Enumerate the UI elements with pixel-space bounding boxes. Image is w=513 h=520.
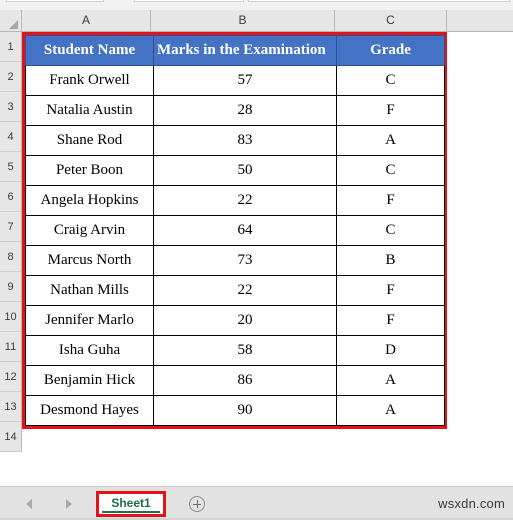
row-header-14[interactable]: 14	[0, 422, 21, 452]
table-row: Peter Boon 50 C	[25, 155, 445, 186]
cell-student-name[interactable]: Marcus North	[25, 245, 154, 276]
toolbar-box[interactable]	[134, 0, 244, 2]
row-header-4[interactable]: 4	[0, 122, 21, 152]
header-cell-student-name[interactable]: Student Name	[25, 35, 154, 66]
formula-bar-strip	[0, 0, 513, 10]
row-header-10[interactable]: 10	[0, 302, 21, 332]
formula-input-box[interactable]	[248, 0, 510, 2]
cell-student-name[interactable]: Jennifer Marlo	[25, 305, 154, 336]
cell-student-name[interactable]: Benjamin Hick	[25, 365, 154, 396]
sheet-tab-sheet1[interactable]: Sheet1	[99, 494, 163, 511]
select-all-button[interactable]	[0, 10, 22, 31]
name-box[interactable]	[6, 0, 104, 2]
table-row: Desmond Hayes 90 A	[25, 395, 445, 426]
cell-marks[interactable]: 28	[153, 95, 337, 126]
table-row: Isha Guha 58 D	[25, 335, 445, 366]
cell-grade[interactable]: C	[336, 65, 445, 96]
sheet-nav-arrows[interactable]	[18, 496, 88, 512]
cell-student-name[interactable]: Peter Boon	[25, 155, 154, 186]
cell-grade[interactable]: F	[336, 275, 445, 306]
table-row: Natalia Austin 28 F	[25, 95, 445, 126]
cell-grade[interactable]: F	[336, 185, 445, 216]
header-cell-marks[interactable]: Marks in the Examination	[153, 35, 337, 66]
plus-circle-icon[interactable]	[189, 496, 205, 512]
table-row: Nathan Mills 22 F	[25, 275, 445, 306]
row-header-12[interactable]: 12	[0, 362, 21, 392]
cell-marks[interactable]: 83	[153, 125, 337, 156]
cell-marks[interactable]: 73	[153, 245, 337, 276]
cell-student-name[interactable]: Craig Arvin	[25, 215, 154, 246]
cell-student-name[interactable]: Desmond Hayes	[25, 395, 154, 426]
row-header-3[interactable]: 3	[0, 92, 21, 122]
cell-marks[interactable]: 50	[153, 155, 337, 186]
arrow-right-icon[interactable]	[66, 499, 72, 509]
cell-student-name[interactable]: Natalia Austin	[25, 95, 154, 126]
row-header-13[interactable]: 13	[0, 392, 21, 422]
table-row: Marcus North 73 B	[25, 245, 445, 276]
cell-grade[interactable]: D	[336, 335, 445, 366]
cell-student-name[interactable]: Angela Hopkins	[25, 185, 154, 216]
table-row: Benjamin Hick 86 A	[25, 365, 445, 396]
table-row: Angela Hopkins 22 F	[25, 185, 445, 216]
cell-student-name[interactable]: Frank Orwell	[25, 65, 154, 96]
cell-student-name[interactable]: Shane Rod	[25, 125, 154, 156]
table-row: Jennifer Marlo 20 F	[25, 305, 445, 336]
table-row: Shane Rod 83 A	[25, 125, 445, 156]
arrow-left-icon[interactable]	[26, 499, 32, 509]
row-header-7[interactable]: 7	[0, 212, 21, 242]
table-row: Frank Orwell 57 C	[25, 65, 445, 96]
select-all-triangle-icon	[9, 20, 18, 29]
sheet-tab-active-underline	[102, 511, 160, 513]
column-header-strip: A B C	[0, 10, 513, 32]
cell-grade[interactable]: C	[336, 215, 445, 246]
cell-marks[interactable]: 22	[153, 275, 337, 306]
column-header-d[interactable]	[447, 10, 513, 31]
cell-grade[interactable]: F	[336, 305, 445, 336]
row-header-5[interactable]: 5	[0, 152, 21, 182]
table-body: Frank Orwell 57 C Natalia Austin 28 F Shane Ro…	[25, 65, 445, 426]
row-header-2[interactable]: 2	[0, 62, 21, 92]
cell-grade[interactable]: A	[336, 125, 445, 156]
row-header-11[interactable]: 11	[0, 332, 21, 362]
data-table: Student Name Marks in the Examination Gr…	[25, 35, 445, 426]
cell-marks[interactable]: 57	[153, 65, 337, 96]
watermark-text: wsxdn.com	[438, 496, 505, 511]
header-cell-grade[interactable]: Grade	[336, 35, 445, 66]
selected-range-outline: Student Name Marks in the Examination Gr…	[22, 32, 447, 429]
table-row: Craig Arvin 64 C	[25, 215, 445, 246]
cell-marks[interactable]: 86	[153, 365, 337, 396]
cell-grade[interactable]: C	[336, 155, 445, 186]
column-header-a[interactable]: A	[22, 10, 151, 31]
row-header-6[interactable]: 6	[0, 182, 21, 212]
row-header-1[interactable]: 1	[0, 32, 21, 62]
cell-grade[interactable]: A	[336, 395, 445, 426]
cell-grade[interactable]: A	[336, 365, 445, 396]
cell-marks[interactable]: 58	[153, 335, 337, 366]
cell-student-name[interactable]: Nathan Mills	[25, 275, 154, 306]
sheet-tab-bar: Sheet1 wsxdn.com	[0, 486, 513, 520]
cell-marks[interactable]: 20	[153, 305, 337, 336]
cell-student-name[interactable]: Isha Guha	[25, 335, 154, 366]
row-header-8[interactable]: 8	[0, 242, 21, 272]
cell-marks[interactable]: 90	[153, 395, 337, 426]
cell-marks[interactable]: 64	[153, 215, 337, 246]
row-header-strip: 1 2 3 4 5 6 7 8 9 10 11 12 13 14	[0, 32, 22, 452]
cell-marks[interactable]: 22	[153, 185, 337, 216]
table-header-row: Student Name Marks in the Examination Gr…	[25, 35, 445, 66]
row-header-9[interactable]: 9	[0, 272, 21, 302]
column-header-c[interactable]: C	[335, 10, 447, 31]
cell-grade[interactable]: B	[336, 245, 445, 276]
sheet-tab-sheet1-highlight: Sheet1	[96, 491, 166, 517]
column-header-b[interactable]: B	[151, 10, 335, 31]
cell-grade[interactable]: F	[336, 95, 445, 126]
